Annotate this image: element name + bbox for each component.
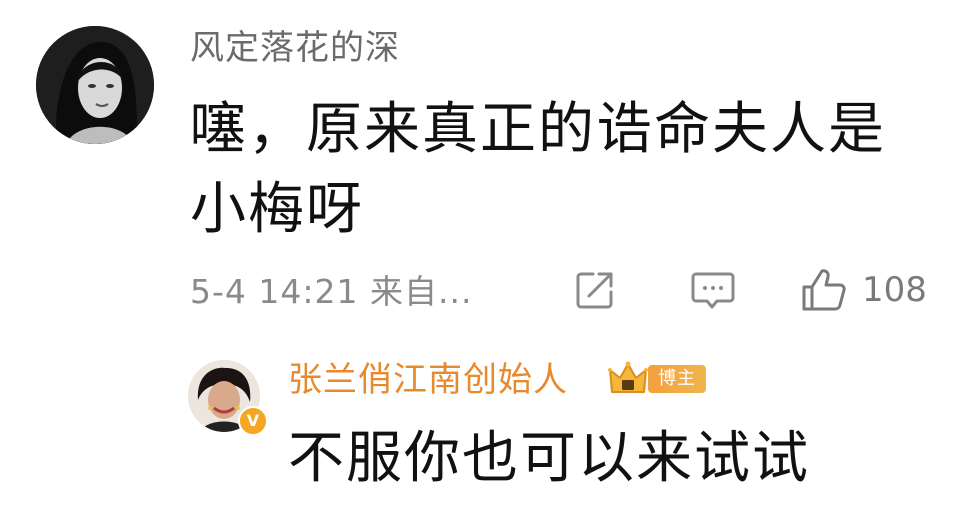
comment-username[interactable]: 风定落花的深: [190, 28, 400, 68]
like-count: 108: [862, 270, 927, 310]
reply-item: V 张兰俏江南创始人 博主 不服你也可以来试试: [0, 340, 970, 506]
comment-meta-row: 5-4 14:21 来自... 108: [190, 266, 935, 316]
comment-text: 噻，原来真正的诰命夫人是小梅呀: [190, 97, 886, 242]
avatar[interactable]: [36, 26, 154, 144]
comment-icon: [691, 272, 735, 309]
reply-username[interactable]: 张兰俏江南创始人: [288, 360, 568, 400]
comment-item: 风定落花的深 噻，原来真正的诰命夫人是小梅呀 5-4 14:21 来自... 1…: [0, 0, 970, 330]
comment-timestamp: 5-4 14:21 来自...: [190, 272, 473, 311]
reply-button[interactable]: [690, 268, 736, 312]
verified-icon: V: [238, 406, 268, 436]
blogger-badge: 博主: [648, 365, 706, 393]
reply-text: 不服你也可以来试试: [288, 426, 810, 491]
share-button[interactable]: [573, 268, 617, 312]
like-button[interactable]: 108: [800, 268, 927, 312]
avatar-portrait: [36, 26, 154, 144]
share-icon: [576, 272, 613, 309]
thumbs-up-icon: [802, 269, 846, 311]
